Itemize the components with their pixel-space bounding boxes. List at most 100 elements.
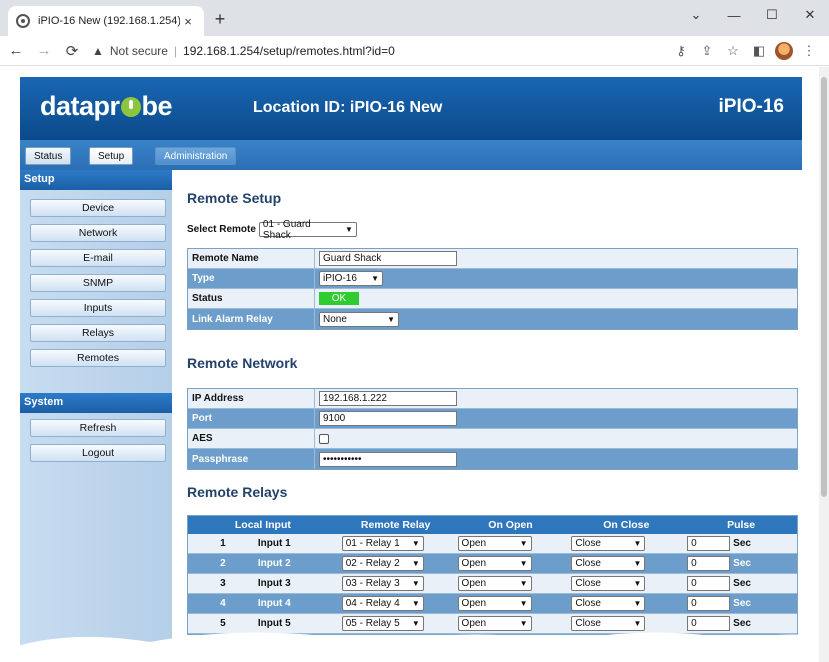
local-input-name: Input 2 — [257, 558, 291, 569]
remote-relay-select[interactable]: 02 - Relay 2 ▼ — [341, 556, 424, 571]
new-tab-icon[interactable]: + — [210, 9, 230, 30]
page-scrollbar[interactable] — [819, 67, 829, 662]
row-remote-name: Remote Name Guard Shack — [188, 249, 797, 269]
row-aes: AES — [188, 429, 797, 449]
chevron-down-icon: ▼ — [411, 599, 420, 608]
sidebar-item-network[interactable]: Network — [30, 224, 166, 242]
select-remote-line: Select Remote 01 - Guard Shack ▼ — [187, 219, 357, 241]
remote-setup-heading: Remote Setup — [187, 190, 282, 206]
table-row: 1 Input 1 01 - Relay 1 ▼ Open ▼ Close ▼ 0 Sec — [188, 534, 797, 554]
back-icon[interactable]: ← — [4, 39, 28, 63]
on-open-select[interactable]: Open ▼ — [457, 536, 532, 551]
remote-name-input[interactable]: Guard Shack — [319, 251, 457, 266]
tab-status[interactable]: Status — [25, 147, 72, 165]
profile-avatar[interactable] — [775, 42, 793, 60]
link-alarm-label: Link Alarm Relay — [188, 309, 315, 329]
chevron-down-icon: ▼ — [411, 539, 420, 548]
on-open-select[interactable]: Open ▼ — [457, 576, 532, 591]
sidebar-item-device[interactable]: Device — [30, 199, 166, 217]
on-close-select[interactable]: Close ▼ — [571, 596, 646, 611]
address-separator: | — [173, 43, 178, 58]
select-remote-dropdown[interactable]: 01 - Guard Shack ▼ — [258, 219, 357, 241]
forward-icon[interactable]: → — [32, 39, 56, 63]
tab-setup[interactable]: Setup — [89, 147, 134, 165]
remote-name-label: Remote Name — [188, 249, 315, 268]
pulse-unit: Sec — [733, 558, 751, 569]
header-on-open: On Open — [488, 519, 533, 531]
browser-tab-bar: iPIO-16 New (192.168.1.254) × + ⌄ — ☐ ✕ — [0, 0, 829, 36]
row-status: Status OK — [188, 289, 797, 309]
on-close-select[interactable]: Close ▼ — [571, 576, 646, 591]
header-on-close: On Close — [603, 519, 650, 531]
reload-icon[interactable]: ⟳ — [60, 39, 84, 63]
chevron-down-icon: ▼ — [387, 314, 395, 324]
remote-relay-select[interactable]: 01 - Relay 1 ▼ — [341, 536, 424, 551]
row-type: Type iPIO-16 ▼ — [188, 269, 797, 289]
header-local-input: Local Input — [234, 519, 291, 531]
status-badge: OK — [319, 292, 359, 305]
chevron-down-icon: ▼ — [411, 559, 420, 568]
link-alarm-select[interactable]: None ▼ — [319, 311, 399, 327]
remote-relay-select[interactable]: 03 - Relay 3 ▼ — [341, 576, 424, 591]
type-label: Type — [188, 269, 315, 288]
pulse-input[interactable]: 0 — [687, 556, 731, 571]
device-model: iPIO-16 — [718, 96, 784, 117]
close-tab-icon[interactable]: × — [180, 14, 196, 29]
remote-relay-select[interactable]: 04 - Relay 4 ▼ — [341, 596, 424, 611]
remote-relays-table: Local Input Remote Relay On Open On Clos… — [187, 515, 798, 635]
bookmark-star-icon[interactable]: ☆ — [723, 39, 743, 63]
address-bar[interactable]: ▲ Not secure | 192.168.1.254/setup/remot… — [92, 39, 652, 63]
chevron-down-icon: ▼ — [633, 559, 642, 568]
select-remote-label: Select Remote — [187, 224, 256, 235]
sidepanel-icon[interactable]: ◧ — [749, 39, 769, 63]
on-open-select[interactable]: Open ▼ — [457, 556, 532, 571]
aes-checkbox[interactable] — [319, 433, 329, 444]
row-number: 4 — [220, 598, 226, 609]
menu-kebab-icon[interactable]: ⋮ — [799, 39, 819, 63]
remote-relays-heading: Remote Relays — [187, 484, 288, 500]
sidebar-heading-system: System — [20, 393, 172, 413]
pulse-input[interactable]: 0 — [687, 596, 731, 611]
tab-administration[interactable]: Administration — [155, 147, 237, 165]
sidebar-item-remotes[interactable]: Remotes — [30, 349, 166, 367]
ip-input[interactable]: 192.168.1.222 — [319, 391, 457, 406]
on-close-select[interactable]: Close ▼ — [571, 556, 646, 571]
sidebar-item-relays[interactable]: Relays — [30, 324, 166, 342]
sidebar-item-snmp[interactable]: SNMP — [30, 274, 166, 292]
key-icon[interactable]: ⚷ — [671, 39, 691, 63]
type-select[interactable]: iPIO-16 ▼ — [319, 271, 383, 286]
screenshot-cutoff — [0, 632, 829, 662]
minimize-icon[interactable]: — — [715, 0, 753, 30]
row-link-alarm: Link Alarm Relay None ▼ — [188, 309, 797, 329]
location-id: Location ID: iPIO-16 New — [253, 99, 443, 116]
browser-toolbar: ← → ⟳ ▲ Not secure | 192.168.1.254/setup… — [0, 36, 829, 66]
port-input[interactable]: 9100 — [319, 411, 457, 426]
chevron-down-icon: ▼ — [411, 579, 420, 588]
chevron-down-icon: ▼ — [519, 559, 528, 568]
passphrase-input[interactable]: ••••••••••• — [319, 451, 457, 467]
row-number: 1 — [220, 538, 226, 549]
sidebar-heading-setup: Setup — [20, 170, 172, 190]
sidebar-item-email[interactable]: E-mail — [30, 249, 166, 267]
header-pulse: Pulse — [727, 519, 756, 531]
close-window-icon[interactable]: ✕ — [791, 0, 829, 30]
sidebar-item-inputs[interactable]: Inputs — [30, 299, 166, 317]
on-open-select[interactable]: Open ▼ — [457, 596, 532, 611]
pulse-input[interactable]: 0 — [687, 536, 731, 551]
sidebar-item-refresh[interactable]: Refresh — [30, 419, 166, 437]
chevron-down-icon: ▼ — [633, 539, 642, 548]
table-row: 3 Input 3 03 - Relay 3 ▼ Open ▼ Close ▼ 0 Sec — [188, 574, 797, 594]
scrollbar-thumb[interactable] — [821, 77, 827, 497]
pulse-input[interactable]: 0 — [687, 576, 731, 591]
remote-network-table: IP Address 192.168.1.222 Port 9100 AES P… — [187, 388, 798, 470]
on-close-select[interactable]: Close ▼ — [571, 536, 646, 551]
sidebar-item-logout[interactable]: Logout — [30, 444, 166, 462]
chevron-down-icon: ▼ — [519, 539, 528, 548]
maximize-icon[interactable]: ☐ — [753, 0, 791, 30]
share-icon[interactable]: ⇪ — [697, 39, 717, 63]
remote-setup-table: Remote Name Guard Shack Type iPIO-16 ▼ St… — [187, 248, 798, 330]
tab-search-icon[interactable]: ⌄ — [677, 0, 715, 30]
table-row: 4 Input 4 04 - Relay 4 ▼ Open ▼ Close ▼ 0 Sec — [188, 594, 797, 614]
local-input-name: Input 1 — [257, 538, 291, 549]
browser-tab[interactable]: iPIO-16 New (192.168.1.254) × — [8, 6, 204, 36]
